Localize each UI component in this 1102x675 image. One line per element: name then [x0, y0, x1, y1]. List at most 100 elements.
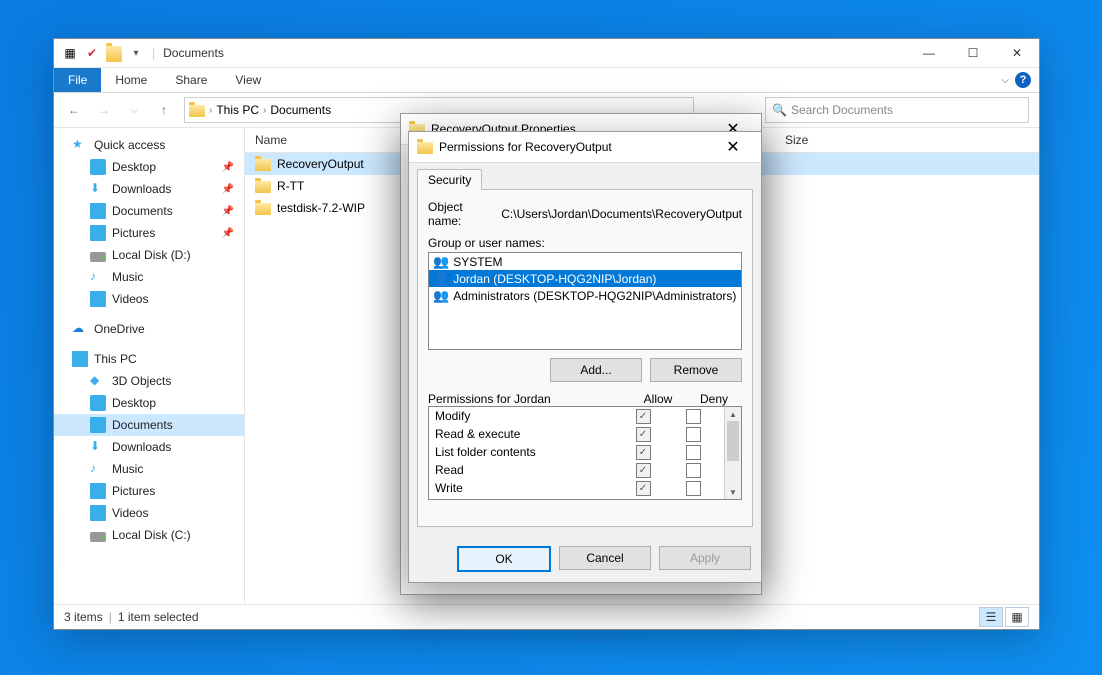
sidebar-item[interactable]: ♪Music — [54, 266, 244, 288]
view-details-button[interactable]: ☰ — [979, 607, 1003, 627]
star-icon: ★ — [72, 137, 88, 153]
crumb-current[interactable]: Documents — [270, 103, 331, 117]
nav-back-button[interactable]: ← — [64, 103, 84, 117]
add-button[interactable]: Add... — [550, 358, 642, 382]
nav-recent-icon[interactable]: ⌵ — [124, 105, 144, 116]
apply-button[interactable]: Apply — [659, 546, 751, 570]
dialog-buttons: OK Cancel Apply — [409, 536, 761, 582]
allow-checkbox[interactable] — [636, 445, 651, 460]
sidebar-this-pc[interactable]: This PC — [54, 348, 244, 370]
sidebar-item[interactable]: Pictures — [54, 480, 244, 502]
remove-button[interactable]: Remove — [650, 358, 742, 382]
sidebar-item[interactable]: Documents — [54, 414, 244, 436]
sidebar-item-label: Videos — [112, 506, 148, 520]
dl-icon: ⬇ — [90, 181, 106, 197]
sidebar-item[interactable]: Desktop — [54, 392, 244, 414]
nav-sidebar: ★ Quick access Desktop📌⬇Downloads📌Docume… — [54, 128, 245, 604]
tab-strip: Security — [409, 163, 761, 190]
object-name-label: Object name: — [428, 200, 491, 228]
scrollbar[interactable]: ▲ ▼ — [724, 407, 741, 499]
sidebar-item[interactable]: Desktop📌 — [54, 156, 244, 178]
allow-checkbox[interactable] — [636, 427, 651, 442]
minimize-button[interactable]: — — [907, 39, 951, 67]
scroll-up-icon[interactable]: ▲ — [725, 407, 741, 421]
principal-row[interactable]: 👥SYSTEM — [429, 253, 741, 270]
ribbon-tab-home[interactable]: Home — [101, 68, 161, 92]
deny-checkbox[interactable] — [686, 481, 701, 496]
principal-row[interactable]: 👥Administrators (DESKTOP-HQG2NIP\Adminis… — [429, 287, 741, 304]
sidebar-onedrive[interactable]: ☁ OneDrive — [54, 318, 244, 340]
deny-checkbox[interactable] — [686, 445, 701, 460]
sidebar-item[interactable]: ♪Music — [54, 458, 244, 480]
sidebar-item-label: Desktop — [112, 396, 156, 410]
sidebar-item[interactable]: Documents📌 — [54, 200, 244, 222]
allow-checkbox[interactable] — [636, 499, 651, 500]
nav-up-button[interactable]: ↑ — [154, 103, 174, 117]
permission-row: List folder contents — [429, 443, 724, 461]
permission-name: Read — [435, 463, 618, 477]
sidebar-item[interactable]: Local Disk (C:) — [54, 524, 244, 546]
chevron-right-icon[interactable]: › — [209, 105, 212, 116]
tab-security[interactable]: Security — [417, 169, 482, 190]
principal-name: Jordan (DESKTOP-HQG2NIP\Jordan) — [453, 272, 656, 286]
sidebar-item[interactable]: ⬇Downloads📌 — [54, 178, 244, 200]
help-icon[interactable]: ? — [1015, 72, 1031, 88]
deny-checkbox[interactable] — [686, 499, 701, 500]
pin-icon: 📌 — [222, 184, 234, 195]
sidebar-item-label: Local Disk (C:) — [112, 528, 191, 542]
file-name: RecoveryOutput — [277, 157, 364, 171]
principal-row[interactable]: 👤Jordan (DESKTOP-HQG2NIP\Jordan) — [429, 270, 741, 287]
deny-checkbox[interactable] — [686, 463, 701, 478]
sidebar-item-label: 3D Objects — [112, 374, 171, 388]
ribbon: File Home Share View ⌵ ? — [54, 68, 1039, 93]
qat-dropdown-icon[interactable]: ▾ — [128, 45, 144, 61]
crumb-thispc[interactable]: This PC — [216, 103, 259, 117]
sidebar-item-label: Local Disk (D:) — [112, 248, 191, 262]
principal-name: SYSTEM — [453, 255, 502, 269]
scroll-down-icon[interactable]: ▼ — [725, 485, 741, 499]
nav-forward-button[interactable]: → — [94, 103, 114, 117]
view-icons-button[interactable]: ▦ — [1005, 607, 1029, 627]
sidebar-item[interactable]: Local Disk (D:) — [54, 244, 244, 266]
deny-checkbox[interactable] — [686, 427, 701, 442]
sidebar-item[interactable]: ⬇Downloads — [54, 436, 244, 458]
search-icon: 🔍 — [772, 103, 787, 117]
sidebar-item[interactable]: Videos — [54, 502, 244, 524]
groups-listbox[interactable]: 👥SYSTEM👤Jordan (DESKTOP-HQG2NIP\Jordan)👥… — [428, 252, 742, 350]
cloud-icon: ☁ — [72, 321, 88, 337]
column-size[interactable]: Size — [775, 133, 808, 147]
ribbon-expand-icon[interactable]: ⌵ — [1001, 75, 1009, 86]
sidebar-quick-access[interactable]: ★ Quick access — [54, 134, 244, 156]
status-count: 3 items — [64, 610, 103, 624]
permission-row: Read & execute — [429, 425, 724, 443]
pic-icon — [90, 483, 106, 499]
sidebar-item[interactable]: ◆3D Objects — [54, 370, 244, 392]
sidebar-label: Quick access — [94, 138, 165, 152]
music-icon: ♪ — [90, 269, 106, 285]
principal-name: Administrators (DESKTOP-HQG2NIP\Administ… — [453, 289, 736, 303]
qat: ▦ ✔ ▾ — [54, 45, 152, 61]
ribbon-tab-file[interactable]: File — [54, 68, 101, 92]
ribbon-tab-share[interactable]: Share — [161, 68, 221, 92]
sidebar-item[interactable]: Pictures📌 — [54, 222, 244, 244]
properties-icon[interactable]: ▦ — [62, 45, 78, 61]
deny-checkbox[interactable] — [686, 409, 701, 424]
pin-icon: 📌 — [222, 162, 234, 173]
allow-checkbox[interactable] — [636, 463, 651, 478]
cancel-button[interactable]: Cancel — [559, 546, 651, 570]
allow-checkbox[interactable] — [636, 481, 651, 496]
permission-row: Modify — [429, 407, 724, 425]
search-input[interactable]: 🔍 Search Documents — [765, 97, 1029, 123]
scroll-thumb[interactable] — [727, 421, 739, 461]
close-button[interactable]: ✕ — [713, 132, 753, 162]
chevron-right-icon[interactable]: › — [263, 105, 266, 116]
sidebar-item[interactable]: Videos — [54, 288, 244, 310]
ok-button[interactable]: OK — [457, 546, 551, 572]
close-button[interactable]: ✕ — [995, 39, 1039, 67]
permission-name: Write — [435, 481, 618, 495]
ribbon-tab-view[interactable]: View — [221, 68, 275, 92]
maximize-button[interactable]: ☐ — [951, 39, 995, 67]
allow-checkbox[interactable] — [636, 409, 651, 424]
new-folder-icon[interactable]: ✔ — [84, 45, 100, 61]
folder-icon — [106, 45, 122, 61]
